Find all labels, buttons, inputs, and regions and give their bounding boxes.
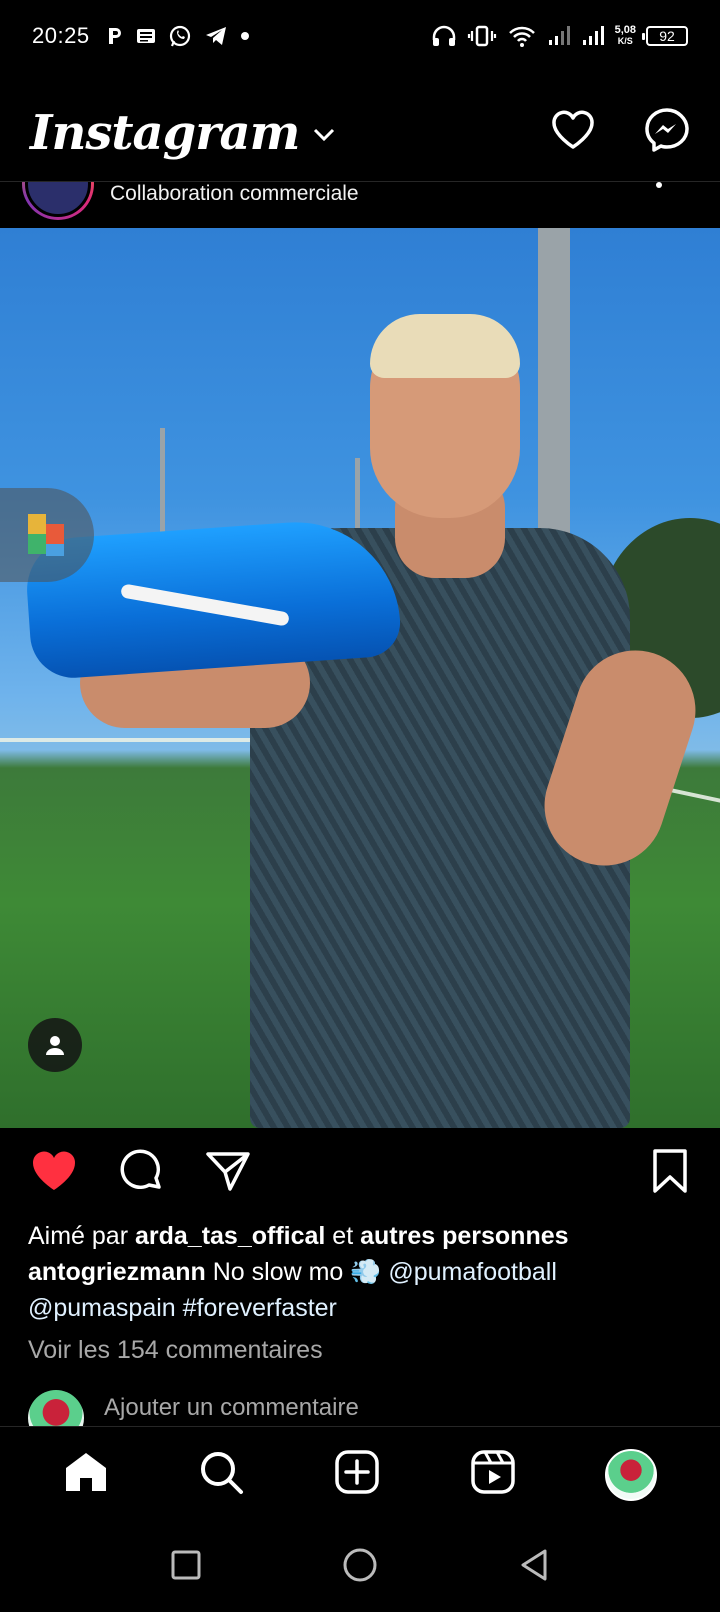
home-icon[interactable] <box>63 1450 109 1499</box>
signal-icon <box>547 25 571 47</box>
mention-link[interactable]: @pumafootball <box>388 1258 557 1286</box>
post-subtitle[interactable]: Collaboration commerciale <box>110 182 359 206</box>
overlay-app-icon <box>28 514 64 556</box>
instagram-logo[interactable]: Instagram <box>30 105 300 161</box>
app-header: Instagram <box>0 84 720 182</box>
more-options-icon[interactable] <box>656 182 662 188</box>
battery-indicator: 92 <box>642 26 688 46</box>
reels-icon[interactable] <box>470 1449 516 1500</box>
vibrate-icon <box>467 24 497 48</box>
network-speed: 5,08 K/S <box>615 25 636 47</box>
wifi-icon <box>507 24 537 48</box>
telegram-icon <box>204 25 228 47</box>
hashtag-link[interactable]: #foreverfaster <box>183 1294 337 1322</box>
liked-by-connector: et <box>325 1222 361 1250</box>
add-comment-row[interactable]: Ajouter un commentaire <box>28 1390 698 1426</box>
post-header: Collaboration commerciale <box>0 182 720 228</box>
notification-icons <box>106 24 250 48</box>
post-photo[interactable] <box>0 228 720 1128</box>
comment-icon[interactable] <box>118 1148 164 1199</box>
user-avatar <box>28 1390 84 1426</box>
messenger-icon[interactable] <box>644 107 690 158</box>
heart-outline-icon[interactable] <box>550 109 596 156</box>
share-icon[interactable] <box>204 1149 252 1198</box>
network-speed-unit: K/S <box>617 36 633 46</box>
search-icon[interactable] <box>198 1449 244 1500</box>
back-icon[interactable] <box>518 1548 550 1587</box>
liked-by-prefix: Aimé par <box>28 1222 135 1250</box>
caption: antogriezmann No slow mo 💨 @pumafootball… <box>28 1254 698 1326</box>
post-actions <box>0 1128 720 1218</box>
create-icon[interactable] <box>334 1449 380 1500</box>
liked-by-user[interactable]: arda_tas_offical <box>135 1222 325 1250</box>
person-icon <box>46 1036 64 1055</box>
android-navigation-bar <box>0 1522 720 1612</box>
save-bookmark-icon[interactable] <box>650 1148 690 1198</box>
parking-icon <box>106 26 124 46</box>
recent-apps-icon[interactable] <box>170 1549 202 1586</box>
like-filled-icon[interactable] <box>30 1149 78 1198</box>
bottom-tab-bar <box>0 1426 720 1522</box>
caption-author[interactable]: antogriezmann <box>28 1258 206 1286</box>
headphones-icon <box>431 24 457 48</box>
whatsapp-icon <box>168 24 192 48</box>
tagged-people-button[interactable] <box>28 1018 82 1072</box>
status-bar: 20:25 5,08 K/S 92 <box>0 0 720 72</box>
player-hair <box>370 314 520 378</box>
home-circle-icon[interactable] <box>342 1547 378 1588</box>
dot-icon <box>240 31 250 41</box>
caption-text: No slow mo 💨 <box>205 1258 389 1286</box>
liked-by-line[interactable]: Aimé par arda_tas_offical et autres pers… <box>28 1218 698 1254</box>
liked-by-others[interactable]: autres personnes <box>360 1222 568 1250</box>
profile-avatar[interactable] <box>605 1448 658 1501</box>
news-icon <box>136 27 156 45</box>
post-author-avatar[interactable] <box>22 182 94 220</box>
network-speed-value: 5,08 <box>614 24 636 36</box>
mention-link[interactable]: @pumaspain <box>28 1294 176 1322</box>
status-time: 20:25 <box>32 23 90 48</box>
add-comment-input[interactable]: Ajouter un commentaire <box>104 1394 359 1422</box>
system-status-icons: 5,08 K/S 92 <box>431 24 688 48</box>
post-caption-area: Aimé par arda_tas_offical et autres pers… <box>28 1218 698 1368</box>
signal-icon <box>581 25 605 47</box>
chevron-down-icon[interactable] <box>313 128 335 147</box>
light-pole <box>538 228 570 568</box>
floating-app-widget[interactable] <box>0 488 94 582</box>
view-comments-link[interactable]: Voir les 154 commentaires <box>28 1332 698 1368</box>
